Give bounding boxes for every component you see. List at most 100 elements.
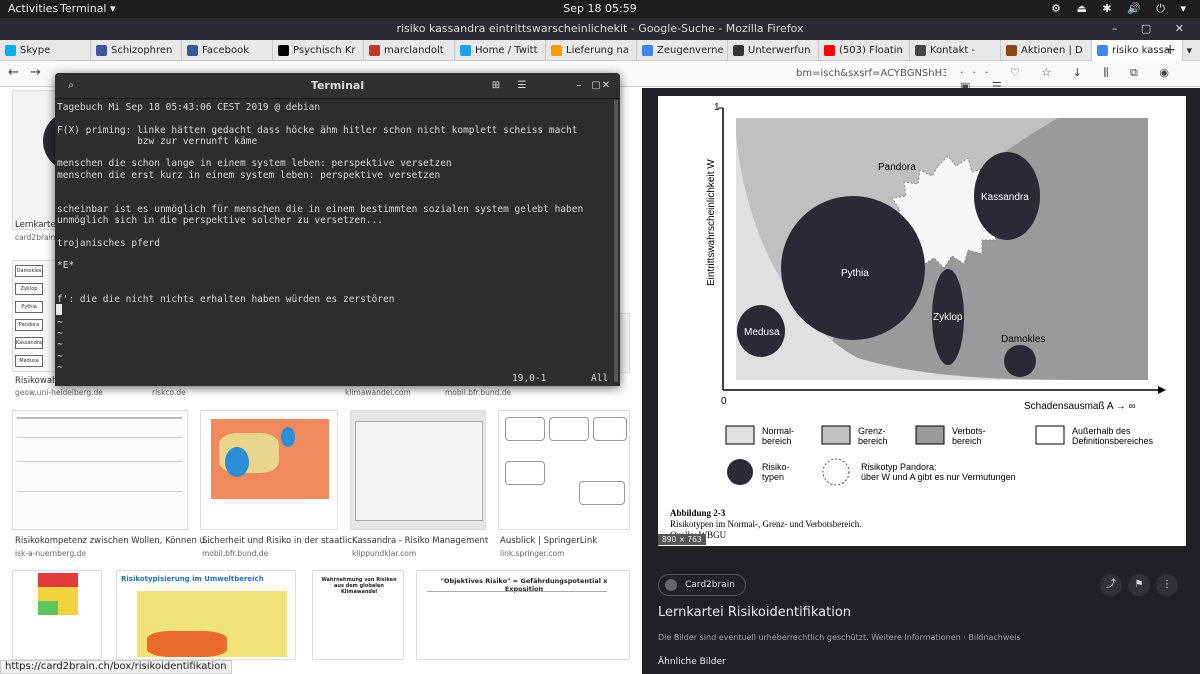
tab-favicon-icon (642, 45, 653, 56)
label-pythia: Pythia (841, 268, 869, 279)
note-text: Die Bilder sind eventuell urheberrechtli… (658, 633, 869, 642)
back-icon[interactable]: ← (8, 65, 19, 80)
site-chip[interactable]: Card2brain (658, 574, 746, 596)
browser-tab[interactable]: Zeugenverne (637, 40, 728, 61)
browser-tab[interactable]: Kontakt - (910, 40, 1001, 61)
browser-tab[interactable]: Lieferung na (546, 40, 637, 61)
tab-label: risiko kassa (1112, 45, 1170, 56)
result-caption[interactable]: Ausblick | SpringerLink (500, 536, 597, 546)
figure-caption-text: Risikotypen im Normal-, Grenz- und Verbo… (670, 519, 862, 529)
result-caption[interactable]: Sicherheit und Risiko in der staatlic... (202, 536, 360, 546)
scroll-indicator: All (591, 373, 609, 384)
browser-tab[interactable]: marclandolt (364, 40, 455, 61)
more-icon[interactable]: ⋮ (1156, 574, 1178, 596)
forward-icon[interactable]: → (30, 65, 41, 80)
clock[interactable]: Sep 18 05:59 (0, 2, 1200, 15)
thumb-label: Pythia (15, 301, 43, 313)
result-caption[interactable]: Lernkarte (15, 220, 56, 230)
browser-tab[interactable]: Psychisch Kr (273, 40, 364, 61)
result-thumb[interactable] (350, 410, 486, 530)
preview-image[interactable]: Pandora Kassandra Pythia Medusa Zyklop D… (658, 96, 1186, 546)
x-axis-label: Schadensausmaß A → ∞ (1024, 401, 1136, 412)
tab-label: Skype (20, 45, 51, 56)
tab-label: Schizophren (111, 45, 173, 56)
browser-tab[interactable]: Aktionen | D (1001, 40, 1092, 61)
browser-tab[interactable]: Skype (0, 40, 91, 61)
tab-favicon-icon (1006, 45, 1017, 56)
share-icon[interactable]: ⤴ (1100, 574, 1122, 596)
result-source: link.springer.com (500, 549, 565, 558)
thumb-title: Risikotypisierung im Umweltbereich (121, 575, 264, 583)
svg-text:bereich: bereich (952, 436, 982, 446)
tab-label: marclandolt (384, 45, 444, 56)
tab-list-icon[interactable]: ▾ (1186, 40, 1192, 61)
y-axis-label: Eintrittswahrscheinlichkeit W (706, 159, 717, 286)
close-icon[interactable]: ✕ (595, 77, 617, 95)
result-thumb[interactable] (12, 410, 188, 530)
terminal-title: Terminal (310, 79, 365, 92)
label-damokles: Damokles (1001, 334, 1045, 345)
thumb-title: Wahrnehmung von Risiken aus dem globalen… (321, 577, 397, 595)
svg-text:Definitionsbereiches: Definitionsbereiches (1072, 436, 1154, 446)
result-thumb[interactable]: Risikotypisierung im Umweltbereich (116, 570, 296, 660)
result-thumb[interactable] (498, 410, 630, 530)
svg-text:Risiko-: Risiko- (762, 462, 790, 472)
thumb-label: Kassandra (15, 337, 43, 349)
window-controls[interactable]: – ▢ ✕ (1112, 18, 1194, 40)
new-tab-button[interactable]: + (1164, 40, 1176, 61)
result-thumb[interactable]: Wahrnehmung von Risiken aus dem globalen… (312, 570, 404, 660)
origin-label: 0 (721, 396, 727, 407)
result-source: mobil.bfr.bund.de (445, 388, 512, 397)
site-name: Card2brain (685, 580, 735, 590)
tab-label: Aktionen | D (1021, 45, 1083, 56)
result-thumb[interactable]: "Objektives Risiko" = Gefährdungspotenti… (416, 570, 630, 660)
thumb-label: Medusa (15, 355, 43, 367)
terminal-cursor (56, 304, 62, 315)
terminal-content[interactable]: Tagebuch Mi Sep 18 05:43:06 CEST 2019 @ … (55, 100, 620, 386)
tab-favicon-icon (187, 45, 198, 56)
result-caption[interactable]: Risikokompetenz zwischen Wollen, Können … (15, 536, 213, 546)
result-source: klippundklar.com (352, 549, 417, 558)
browser-tab[interactable]: Schizophren (91, 40, 182, 61)
tab-label: Facebook (202, 45, 249, 56)
system-top-bar: Activities Terminal ▾ Sep 18 05:59 ⚙ ⏏ ✱… (0, 0, 1200, 18)
risk-figure: Pandora Kassandra Pythia Medusa Zyklop D… (670, 102, 1166, 540)
credit-link[interactable]: Bildnachweis (968, 633, 1020, 642)
svg-text:bereich: bereich (858, 436, 888, 446)
result-thumb[interactable] (12, 570, 102, 660)
more-info-link[interactable]: Weitere Informationen (871, 633, 961, 642)
label-medusa: Medusa (744, 327, 780, 338)
figure-caption-title: Abbildung 2-3 (670, 508, 726, 518)
svg-text:Risikotyp Pandora:: Risikotyp Pandora: (861, 462, 937, 472)
label-zyklop: Zyklop (933, 312, 963, 323)
tab-strip: Skype Schizophren Facebook Psychisch Kr marc… (0, 40, 1200, 61)
tab-favicon-icon (824, 45, 835, 56)
cursor-position: 19,0-1 (512, 373, 547, 384)
result-thumb[interactable] (200, 410, 338, 530)
browser-tab[interactable]: Facebook (182, 40, 273, 61)
terminal-scrollbar[interactable] (614, 100, 618, 382)
svg-text:Grenz-: Grenz- (858, 426, 886, 436)
browser-tab[interactable]: Home / Twitt (455, 40, 546, 61)
new-tab-icon[interactable]: ⊞ (485, 77, 507, 95)
browser-tab[interactable]: (503) Floatin (819, 40, 910, 61)
bookmark-icon[interactable]: ⚑ (1128, 574, 1150, 596)
menu-icon[interactable]: ☰ (511, 77, 533, 95)
result-source: geow.uni-heidelberg.de (15, 388, 103, 397)
tab-label: (503) Floatin (839, 45, 903, 56)
system-tray[interactable]: ⚙ ⏏ ✱ 🔊 ⏻ ▾ (1051, 2, 1192, 16)
tab-favicon-icon (278, 45, 289, 56)
thumb-label: Zyklop (15, 283, 43, 295)
svg-text:bereich: bereich (762, 436, 792, 446)
preview-title[interactable]: Lernkartei Risikoidentifikation (658, 605, 851, 620)
thumb-label: Damokles (15, 265, 43, 277)
result-caption[interactable]: Kassandra - Risiko Management (352, 536, 488, 546)
tab-label: Kontakt - (930, 45, 976, 56)
browser-tab[interactable]: Unterwerfun (728, 40, 819, 61)
tab-favicon-icon (551, 45, 562, 56)
result-source: mobil.bfr.bund.de (202, 549, 269, 558)
thumb-label: Pandora (15, 319, 43, 331)
tab-label: Zeugenverne (657, 45, 724, 56)
window-title: risiko kassandra eintrittswarscheinliche… (0, 18, 1200, 40)
tab-favicon-icon (1097, 45, 1108, 56)
